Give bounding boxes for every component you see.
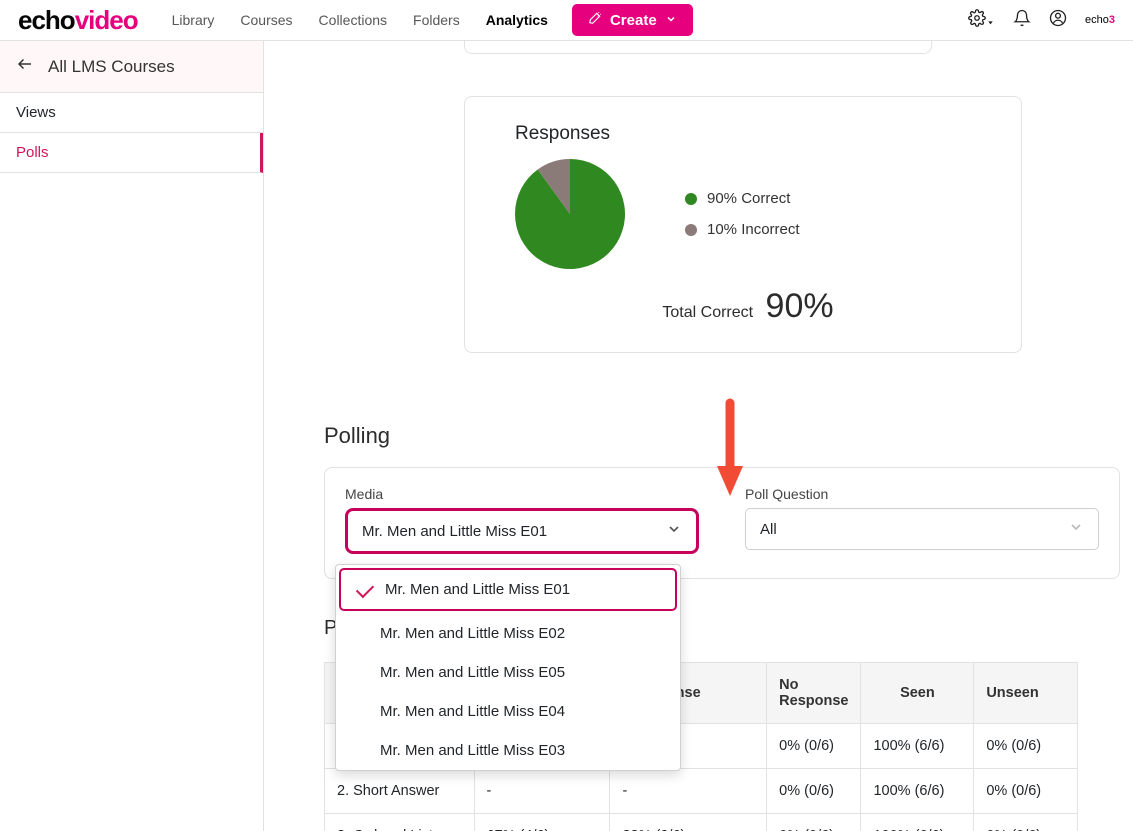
chevron-down-icon (1068, 519, 1084, 539)
mini-logo: echo3 (1085, 14, 1115, 26)
sidebar-item-polls[interactable]: Polls (0, 133, 263, 173)
total-correct-label: Total Correct (662, 304, 753, 321)
arrow-left-icon (16, 55, 34, 78)
chart-legend: 90% Correct 10% Incorrect (685, 190, 800, 238)
total-correct-value: 90% (766, 287, 834, 325)
media-dropdown: Mr. Men and Little Miss E01 Mr. Men and … (335, 564, 681, 771)
responses-title: Responses (515, 123, 981, 145)
th-seen[interactable]: Seen (861, 663, 974, 724)
legend-dot-correct (685, 193, 697, 205)
app-logo[interactable]: echovideo (18, 5, 138, 36)
responses-pie-chart (515, 159, 625, 269)
media-select[interactable]: Mr. Men and Little Miss E01 (345, 508, 699, 554)
card-stub (464, 41, 932, 54)
table-row: 2. Short Answer - - 0% (0/6) 100% (6/6) … (325, 769, 1078, 814)
annotation-arrow (715, 398, 745, 502)
sidebar: All LMS Courses Views Polls (0, 41, 264, 831)
poll-question-label: Poll Question (745, 486, 1099, 502)
create-button[interactable]: Create (572, 4, 693, 36)
media-option-3[interactable]: Mr. Men and Little Miss E04 (336, 692, 680, 731)
chevron-down-icon (665, 12, 677, 29)
media-label: Media (345, 486, 699, 502)
media-option-2[interactable]: Mr. Men and Little Miss E05 (336, 653, 680, 692)
responses-card: Responses 90% Correct 10% Incorrect Tota… (464, 96, 1022, 353)
poll-question-select[interactable]: All (745, 508, 1099, 550)
nav-analytics[interactable]: Analytics (486, 12, 548, 28)
nav-library[interactable]: Library (172, 12, 215, 28)
table-row: 3. Ordered List 67% (4/6) 33% (2/6) 0% (… (325, 814, 1078, 831)
th-unseen[interactable]: Unseen (974, 663, 1078, 724)
media-option-4[interactable]: Mr. Men and Little Miss E03 (336, 731, 680, 770)
polling-filter-card: Media Mr. Men and Little Miss E01 Poll Q… (324, 467, 1120, 579)
user-icon[interactable] (1049, 9, 1067, 31)
nav-folders[interactable]: Folders (413, 12, 460, 28)
top-nav: Library Courses Collections Folders Anal… (172, 12, 548, 28)
sidebar-item-views[interactable]: Views (0, 93, 263, 133)
media-option-1[interactable]: Mr. Men and Little Miss E02 (336, 614, 680, 653)
magic-wand-icon (588, 11, 602, 29)
sidebar-back[interactable]: All LMS Courses (0, 41, 263, 93)
settings-icon[interactable] (968, 9, 995, 31)
legend-dot-incorrect (685, 224, 697, 236)
media-option-0[interactable]: Mr. Men and Little Miss E01 (339, 568, 677, 611)
th-no-response[interactable]: No Response (767, 663, 861, 724)
nav-collections[interactable]: Collections (319, 12, 387, 28)
bell-icon[interactable] (1013, 9, 1031, 31)
chevron-down-icon (666, 521, 682, 541)
nav-courses[interactable]: Courses (240, 12, 292, 28)
